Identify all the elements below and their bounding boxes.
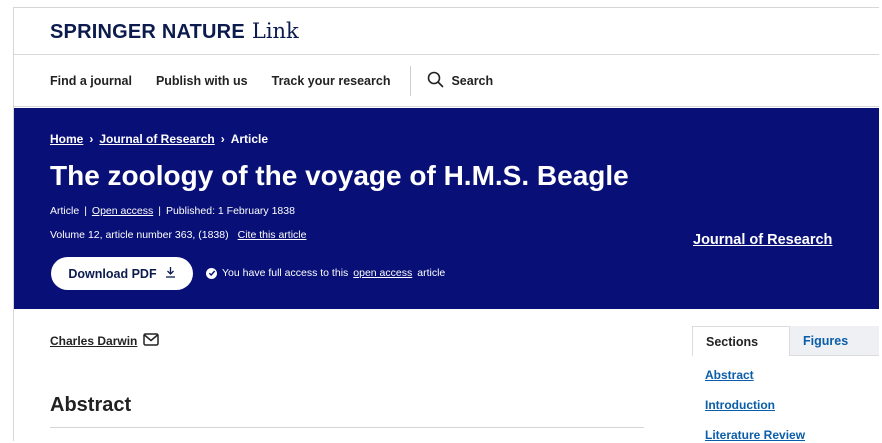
nav-find-journal[interactable]: Find a journal — [50, 74, 132, 88]
access-notice: You have full access to this open access… — [206, 267, 445, 279]
meta-separator: | — [158, 205, 161, 217]
sidebar-tabs: Sections Figures — [692, 326, 879, 356]
breadcrumb: Home › Journal of Research › Article — [50, 132, 268, 146]
journal-title-link[interactable]: Journal of Research — [693, 232, 832, 248]
main-navigation: Find a journal Publish with us Track you… — [14, 55, 879, 107]
published-date: Published: 1 February 1838 — [165, 205, 295, 217]
logo-brand-name: SPRINGER NATURE — [50, 20, 245, 43]
open-access-link[interactable]: Open access — [92, 205, 153, 217]
breadcrumb-home[interactable]: Home — [50, 132, 83, 146]
sidebar-link-introduction[interactable]: Introduction — [705, 398, 775, 412]
author-name-link[interactable]: Charles Darwin — [50, 334, 137, 348]
section-divider — [50, 427, 644, 428]
article-meta: Article | Open access | Published: 1 Feb… — [50, 205, 295, 217]
volume-text: Volume 12, article number 363, (1838) — [50, 229, 229, 241]
mail-icon[interactable] — [143, 333, 160, 349]
access-text-prefix: You have full access to this — [222, 267, 349, 279]
article-volume-info: Volume 12, article number 363, (1838) Ci… — [50, 229, 306, 241]
breadcrumb-current: Article — [230, 132, 269, 146]
meta-separator: | — [84, 205, 87, 217]
author-line: Charles Darwin — [50, 333, 160, 349]
breadcrumb-separator: › — [220, 132, 225, 146]
article-title: The zoology of the voyage of H.M.S. Beag… — [50, 160, 629, 191]
cite-article-link[interactable]: Cite this article — [238, 229, 307, 241]
nav-publish-with-us[interactable]: Publish with us — [156, 74, 248, 88]
article-hero: Home › Journal of Research › Article The… — [14, 108, 879, 309]
access-open-access-link[interactable]: open access — [353, 267, 412, 279]
search-icon — [427, 71, 444, 91]
springer-nature-logo[interactable]: SPRINGER NATURE Link — [50, 19, 299, 44]
page-frame: SPRINGER NATURE Link Find a journal Publ… — [13, 7, 879, 441]
access-text-suffix: article — [417, 267, 446, 279]
download-icon — [165, 266, 176, 281]
tab-sections[interactable]: Sections — [692, 326, 790, 356]
download-pdf-button[interactable]: Download PDF — [51, 257, 193, 290]
sidebar-link-literature-review[interactable]: Literature Review — [705, 428, 805, 441]
download-pdf-label: Download PDF — [68, 266, 157, 281]
nav-track-research[interactable]: Track your research — [272, 74, 391, 88]
search-button[interactable]: Search — [427, 71, 493, 91]
search-label: Search — [451, 73, 494, 88]
breadcrumb-separator: › — [89, 132, 94, 146]
tab-figures[interactable]: Figures — [790, 326, 879, 356]
check-circle-icon — [206, 267, 217, 279]
logo-product-name: Link — [251, 18, 299, 43]
brand-header: SPRINGER NATURE Link — [14, 8, 879, 55]
sidebar-link-abstract[interactable]: Abstract — [705, 368, 754, 382]
abstract-heading: Abstract — [50, 394, 132, 416]
article-type: Article — [50, 205, 80, 217]
breadcrumb-journal[interactable]: Journal of Research — [99, 132, 214, 146]
nav-divider — [410, 65, 412, 96]
